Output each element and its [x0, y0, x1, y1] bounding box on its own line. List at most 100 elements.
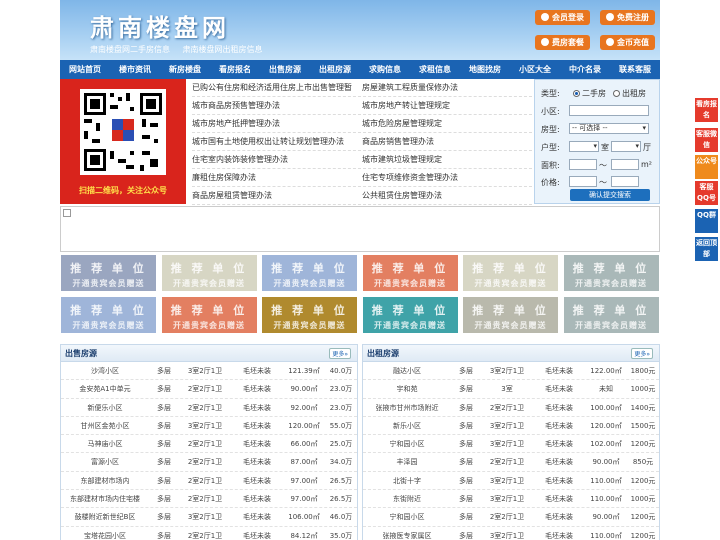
table-row[interactable]: 甘州区金苑小区 多层 3室2厅1卫 毛坯未装 120.00㎡ 55.0万 [61, 417, 357, 436]
nav-item[interactable]: 楼市资讯 [110, 60, 160, 79]
table-cell[interactable]: 金安苑A1中单元 [61, 380, 149, 397]
header-link-rent[interactable]: 肃南楼盘网出租房信息 [183, 45, 263, 54]
policy-link[interactable]: 商品房屋租赁管理办法 [192, 187, 362, 204]
recommend-card[interactable]: 推 荐 单 位开通贵宾会员赠送 [160, 254, 258, 292]
nav-item[interactable]: 地图找房 [460, 60, 510, 79]
recommend-card[interactable]: 推 荐 单 位开通贵宾会员赠送 [60, 296, 157, 334]
table-row[interactable]: 宇和苑 多层 3室 毛坯未装 未知 1000元 [363, 380, 659, 399]
nav-item[interactable]: 出租房源 [310, 60, 360, 79]
side-button[interactable]: 返回顶部 [695, 237, 718, 261]
table-cell[interactable]: 东街附近 [363, 490, 451, 507]
site-logo[interactable]: 肃南楼盘网 [90, 8, 230, 43]
recommend-card[interactable]: 推 荐 单 位开通贵宾会员赠送 [261, 254, 358, 292]
policy-link[interactable]: 城市建筑垃圾管理规定 [362, 151, 532, 168]
table-cell[interactable]: 宇和苑 [363, 380, 451, 397]
table-row[interactable]: 鼓楼附近新世纪B区 多层 3室2厅1卫 毛坯未装 106.00㎡ 46.0万 [61, 508, 357, 527]
sale-more-link[interactable]: 更多» [329, 348, 351, 359]
policy-link[interactable]: 住宅专项维修资金管理办法 [362, 169, 532, 186]
recommend-card[interactable]: 推 荐 单 位开通贵宾会员赠送 [462, 296, 559, 334]
housing-select[interactable]: -- 可选择 -- ▾ [569, 123, 649, 134]
recharge-button[interactable]: 金币充值 [600, 35, 655, 50]
recommend-card[interactable]: 推 荐 单 位开通贵宾会员赠送 [361, 254, 459, 292]
nav-item[interactable]: 新房楼盘 [160, 60, 210, 79]
table-cell[interactable]: 融达小区 [363, 362, 451, 379]
table-row[interactable]: 北街十字 多层 3室2厅1卫 毛坯未装 110.00㎡ 1200元 [363, 472, 659, 491]
side-button[interactable]: 客服微信 [695, 128, 718, 152]
nav-item[interactable]: 小区大全 [510, 60, 560, 79]
side-button[interactable]: QQ群 [695, 209, 718, 233]
nav-item[interactable]: 网站首页 [60, 60, 110, 79]
table-cell[interactable]: 东部建材市场内住宅楼 [61, 490, 149, 507]
policy-link[interactable]: 已购公有住房和经济适用住房上市出售管理暂 [192, 79, 362, 96]
table-cell[interactable]: 鼓楼附近新世纪B区 [61, 508, 149, 525]
table-row[interactable]: 东街附近 多层 3室2厅1卫 毛坯未装 110.00㎡ 1000元 [363, 490, 659, 509]
table-cell[interactable]: 宁和园小区 [363, 435, 451, 452]
room-select[interactable]: ▾ [569, 141, 599, 152]
table-row[interactable]: 张掖市甘州市场附近 多层 2室2厅1卫 毛坯未装 100.00㎡ 1400元 [363, 399, 659, 417]
nav-item[interactable]: 中介名录 [560, 60, 610, 79]
price-min-input[interactable] [569, 176, 597, 187]
table-cell[interactable]: 宁和园小区 [363, 508, 451, 525]
table-cell[interactable]: 宝塔花园小区 [61, 527, 149, 540]
table-row[interactable]: 宝塔花园小区 多层 2室2厅1卫 毛坯未装 84.12㎡ 35.0万 [61, 527, 357, 540]
table-cell[interactable]: 东部建材市场内 [61, 472, 149, 489]
side-button[interactable]: 公众号 [695, 155, 718, 179]
policy-link[interactable]: 城市房地产转让管理规定 [362, 97, 532, 114]
policy-link[interactable]: 公共租赁住房管理办法 [362, 187, 532, 204]
header-link-sale[interactable]: 肃南楼盘网二手房信息 [90, 45, 170, 54]
recommend-card[interactable]: 推 荐 单 位开通贵宾会员赠送 [261, 296, 358, 334]
recommend-card[interactable]: 推 荐 单 位开通贵宾会员赠送 [562, 254, 660, 292]
table-row[interactable]: 融达小区 多层 3室2厅1卫 毛坯未装 122.00㎡ 1800元 [363, 362, 659, 381]
table-row[interactable]: 马神庙小区 多层 2室2厅1卫 毛坯未装 66.00㎡ 25.0万 [61, 435, 357, 454]
login-button[interactable]: 会员登录 [535, 10, 590, 25]
recommend-card[interactable]: 推 荐 单 位开通贵宾会员赠送 [160, 296, 258, 334]
hall-select[interactable]: ▾ [611, 141, 641, 152]
ad-banner[interactable] [60, 206, 660, 252]
nav-item[interactable]: 出售房源 [260, 60, 310, 79]
table-cell[interactable]: 甘州区金苑小区 [61, 417, 149, 434]
table-row[interactable]: 东部建材市场内 多层 2室2厅1卫 毛坯未装 97.00㎡ 26.5万 [61, 472, 357, 491]
policy-link[interactable]: 房屋建筑工程质量保修办法 [362, 79, 532, 96]
table-row[interactable]: 宁和园小区 多层 3室2厅1卫 毛坯未装 102.00㎡ 1200元 [363, 435, 659, 454]
table-cell[interactable]: 新乐小区 [363, 417, 451, 434]
recommend-card[interactable]: 推 荐 单 位开通贵宾会员赠送 [562, 296, 660, 334]
recommend-card[interactable]: 推 荐 单 位开通贵宾会员赠送 [462, 254, 559, 292]
table-cell[interactable]: 丰泽园 [363, 453, 451, 470]
side-button[interactable]: 看房报名 [695, 98, 718, 122]
area-min-input[interactable] [569, 159, 597, 170]
table-row[interactable]: 富源小区 多层 2室2厅1卫 毛坯未装 87.00㎡ 34.0万 [61, 453, 357, 472]
policy-link[interactable]: 商品房销售管理办法 [362, 133, 532, 150]
table-row[interactable]: 金安苑A1中单元 多层 2室2厅1卫 毛坯未装 90.00㎡ 23.0万 [61, 380, 357, 399]
table-row[interactable]: 丰泽园 多层 2室2厅1卫 毛坯未装 90.00㎡ 850元 [363, 453, 659, 472]
policy-link[interactable]: 城市国有土地使用权出让转让规划管理办法 [192, 133, 362, 150]
table-row[interactable]: 新便乐小区 多层 2室2厅1卫 毛坯未装 92.00㎡ 23.0万 [61, 399, 357, 417]
policy-link[interactable]: 城市商品房预售管理办法 [192, 97, 362, 114]
nav-item[interactable]: 联系客服 [610, 60, 660, 79]
nav-item[interactable]: 求租信息 [410, 60, 460, 79]
recommend-card[interactable]: 推 荐 单 位开通贵宾会员赠送 [60, 254, 157, 292]
table-row[interactable]: 宁和园小区 多层 2室2厅1卫 毛坯未装 90.00㎡ 1200元 [363, 508, 659, 527]
type-option-sale[interactable]: 二手房 [573, 88, 606, 99]
table-row[interactable]: 东部建材市场内住宅楼 多层 2室2厅1卫 毛坯未装 97.00㎡ 26.5万 [61, 490, 357, 509]
table-cell[interactable]: 张掖医专家属区 [363, 527, 451, 540]
policy-link[interactable]: 城市危险房屋管理规定 [362, 115, 532, 132]
area-max-input[interactable] [611, 159, 639, 170]
price-max-input[interactable] [611, 176, 639, 187]
register-button[interactable]: 免费注册 [600, 10, 655, 25]
nav-item[interactable]: 看房报名 [210, 60, 260, 79]
side-button[interactable]: 客服QQ号 [695, 181, 718, 205]
nav-item[interactable]: 求购信息 [360, 60, 410, 79]
table-row[interactable]: 沙湾小区 多层 3室2厅1卫 毛坯未装 121.39㎡ 40.0万 [61, 362, 357, 381]
recommend-card[interactable]: 推 荐 单 位开通贵宾会员赠送 [361, 296, 459, 334]
table-cell[interactable]: 张掖市甘州市场附近 [363, 399, 451, 416]
rent-more-link[interactable]: 更多» [631, 348, 653, 359]
table-cell[interactable]: 沙湾小区 [61, 362, 149, 379]
policy-link[interactable]: 廉租住房保障办法 [192, 169, 362, 186]
table-cell[interactable]: 富源小区 [61, 453, 149, 470]
table-cell[interactable]: 马神庙小区 [61, 435, 149, 452]
table-cell[interactable]: 新便乐小区 [61, 399, 149, 416]
table-row[interactable]: 张掖医专家属区 多层 3室2厅1卫 毛坯未装 110.00㎡ 1200元 [363, 527, 659, 540]
table-row[interactable]: 新乐小区 多层 3室2厅1卫 毛坯未装 120.00㎡ 1500元 [363, 417, 659, 436]
policy-link[interactable]: 城市房地产抵押管理办法 [192, 115, 362, 132]
policy-link[interactable]: 住宅室内装饰装修管理办法 [192, 151, 362, 168]
